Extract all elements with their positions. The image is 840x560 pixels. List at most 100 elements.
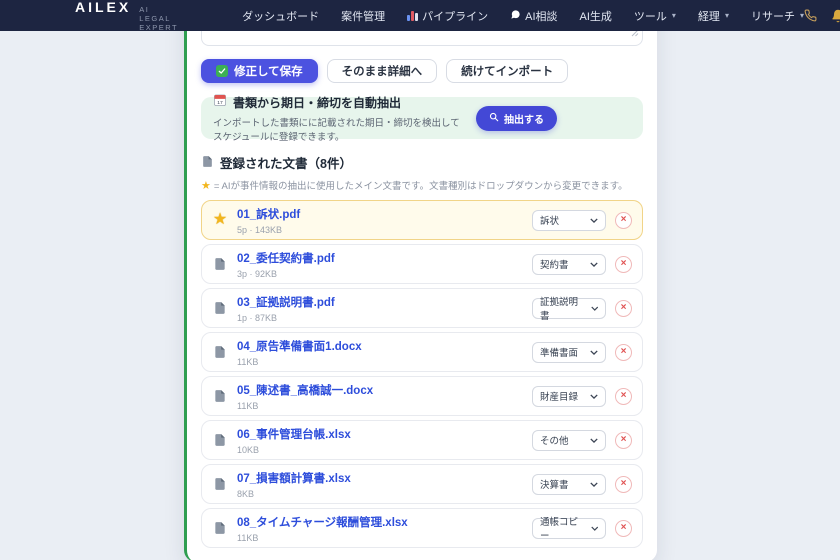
- close-icon: ×: [621, 303, 627, 313]
- document-row: 06_事件管理台帳.xlsx 10KB その他 ×: [201, 420, 643, 460]
- document-link[interactable]: 03_証拠説明書.pdf: [237, 294, 523, 310]
- file-icon: [212, 433, 228, 447]
- app-logo: AILEX: [75, 0, 131, 15]
- document-link[interactable]: 08_タイムチャージ報酬管理.xlsx: [237, 514, 523, 530]
- document-type-select[interactable]: 訴状: [532, 210, 606, 231]
- extract-button[interactable]: 抽出する: [476, 106, 557, 131]
- close-icon: ×: [621, 391, 627, 401]
- deadline-panel-description: インポートした書類にに記載された期日・締切を検出してスケジュールに登録できます。: [213, 115, 466, 143]
- document-row: 08_タイムチャージ報酬管理.xlsx 11KB 通帳コピー ×: [201, 508, 643, 548]
- nav-ai-generate[interactable]: AI生成: [580, 8, 612, 24]
- file-icon: [212, 521, 228, 535]
- document-type-select[interactable]: 準備書面: [532, 342, 606, 363]
- document-meta: 11KB: [237, 401, 523, 411]
- documents-note: ★ = AIが事件情報の抽出に使用したメイン文書です。文書種別はドロップダウンか…: [201, 178, 643, 192]
- chevron-down-icon: [590, 218, 598, 223]
- top-navbar: AILEX AI LEGAL EXPERT ダッシュボード 案件管理 パイプライ…: [0, 0, 840, 31]
- nav-ai-consult[interactable]: AI相談: [510, 8, 557, 24]
- calendar-icon: 17: [213, 93, 227, 112]
- document-link[interactable]: 02_委任契約書.pdf: [237, 250, 523, 266]
- document-meta: 5p · 143KB: [237, 225, 523, 235]
- remove-document-button[interactable]: ×: [615, 520, 632, 537]
- nav-case-management[interactable]: 案件管理: [341, 8, 385, 24]
- remove-document-button[interactable]: ×: [615, 300, 632, 317]
- nav-accounting-menu[interactable]: 経理 ▾: [698, 8, 729, 24]
- close-icon: ×: [621, 435, 627, 445]
- document-link[interactable]: 04_原告準備書面1.docx: [237, 338, 523, 354]
- document-meta: 10KB: [237, 445, 523, 455]
- nav-dashboard[interactable]: ダッシュボード: [242, 8, 319, 24]
- file-icon: [212, 345, 228, 359]
- document-list: ★ 01_訴状.pdf 5p · 143KB 訴状 × 02_委任契約書.pdf…: [201, 200, 643, 548]
- document-link[interactable]: 01_訴状.pdf: [237, 206, 523, 222]
- document-link[interactable]: 07_損害額計算書.xlsx: [237, 470, 523, 486]
- file-icon: [212, 301, 228, 315]
- file-icon: [212, 477, 228, 491]
- import-result-card: 修正して保存 そのまま詳細へ 続けてインポート 17 書類から期日・締切を自動抽…: [184, 0, 657, 560]
- chevron-down-icon: [590, 262, 598, 267]
- chevron-down-icon: [590, 350, 598, 355]
- star-icon: ★: [201, 179, 211, 192]
- chevron-down-icon: ▾: [672, 11, 676, 20]
- remove-document-button[interactable]: ×: [615, 256, 632, 273]
- close-icon: ×: [621, 347, 627, 357]
- document-row: 03_証拠説明書.pdf 1p · 87KB 証拠説明書 ×: [201, 288, 643, 328]
- brand[interactable]: AILEX AI LEGAL EXPERT: [75, 0, 178, 32]
- close-icon: ×: [621, 215, 627, 225]
- bar-chart-icon: [407, 11, 418, 21]
- document-meta: 11KB: [237, 357, 523, 367]
- search-icon: [489, 112, 499, 125]
- document-row: 02_委任契約書.pdf 3p · 92KB 契約書 ×: [201, 244, 643, 284]
- document-type-select[interactable]: 契約書: [532, 254, 606, 275]
- go-to-detail-button[interactable]: そのまま詳細へ: [327, 59, 438, 83]
- remove-document-button[interactable]: ×: [615, 476, 632, 493]
- document-meta: 1p · 87KB: [237, 313, 523, 323]
- check-icon: [216, 65, 228, 77]
- document-type-select[interactable]: 通帳コピー: [532, 518, 606, 539]
- deadline-panel-title: 書類から期日・締切を自動抽出: [233, 94, 401, 111]
- document-meta: 8KB: [237, 489, 523, 499]
- chevron-down-icon: [591, 306, 599, 311]
- remove-document-button[interactable]: ×: [615, 344, 632, 361]
- document-link[interactable]: 05_陳述書_高橋誠一.docx: [237, 382, 523, 398]
- chevron-down-icon: [591, 526, 599, 531]
- remove-document-button[interactable]: ×: [615, 212, 632, 229]
- chevron-down-icon: [590, 482, 598, 487]
- save-button[interactable]: 修正して保存: [201, 59, 318, 83]
- document-type-select[interactable]: 証拠説明書: [532, 298, 606, 319]
- nav-tools-menu[interactable]: ツール ▾: [634, 8, 676, 24]
- navbar-actions: 1: [804, 6, 840, 26]
- document-row: 04_原告準備書面1.docx 11KB 準備書面 ×: [201, 332, 643, 372]
- deadline-extract-panel: 17 書類から期日・締切を自動抽出 インポートした書類にに記載された期日・締切を…: [201, 97, 643, 139]
- remove-document-button[interactable]: ×: [615, 388, 632, 405]
- nav-pipeline[interactable]: パイプライン: [407, 8, 488, 24]
- document-meta: 3p · 92KB: [237, 269, 523, 279]
- chevron-down-icon: [590, 438, 598, 443]
- document-row: 05_陳述書_高橋誠一.docx 11KB 財産目録 ×: [201, 376, 643, 416]
- nav-research-menu[interactable]: リサーチ ▾: [751, 8, 804, 24]
- document-type-select[interactable]: 財産目録: [532, 386, 606, 407]
- document-meta: 11KB: [237, 533, 523, 543]
- remove-document-button[interactable]: ×: [615, 432, 632, 449]
- star-icon: ★: [212, 212, 228, 228]
- document-type-select[interactable]: 決算書: [532, 474, 606, 495]
- chevron-down-icon: [590, 394, 598, 399]
- main-nav: ダッシュボード 案件管理 パイプライン AI相談 AI生成 ツール ▾ 経理 ▾…: [242, 8, 804, 24]
- chat-icon: [510, 9, 521, 23]
- document-type-select[interactable]: その他: [532, 430, 606, 451]
- close-icon: ×: [621, 523, 627, 533]
- document-row: 07_損害額計算書.xlsx 8KB 決算書 ×: [201, 464, 643, 504]
- document-row: ★ 01_訴状.pdf 5p · 143KB 訴状 ×: [201, 200, 643, 240]
- chevron-down-icon: ▾: [725, 11, 729, 20]
- document-link[interactable]: 06_事件管理台帳.xlsx: [237, 426, 523, 442]
- bell-icon[interactable]: 1: [831, 9, 840, 23]
- documents-heading: 登録された文書（8件）: [201, 153, 643, 172]
- svg-text:17: 17: [217, 100, 223, 106]
- action-buttons: 修正して保存 そのまま詳細へ 続けてインポート: [201, 59, 643, 83]
- phone-icon[interactable]: [804, 9, 817, 22]
- file-icon: [212, 389, 228, 403]
- continue-import-button[interactable]: 続けてインポート: [446, 59, 568, 83]
- file-icon: [201, 155, 214, 171]
- file-icon: [212, 257, 228, 271]
- app-tagline: AI LEGAL EXPERT: [139, 5, 178, 32]
